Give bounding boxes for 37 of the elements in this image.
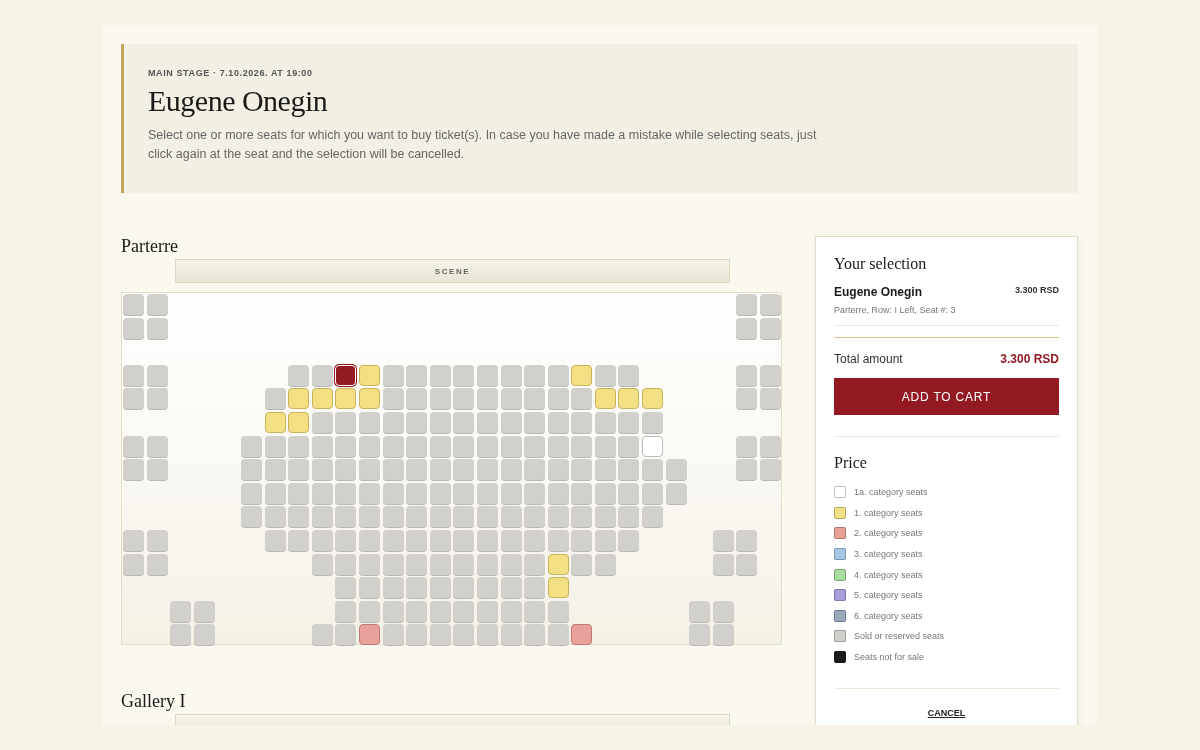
seat[interactable]: [288, 411, 310, 433]
legend-label: 1. category seats: [854, 507, 923, 518]
legend-label: 4. category seats: [854, 569, 923, 580]
seat[interactable]: [288, 388, 310, 410]
seat[interactable]: [642, 388, 664, 410]
scene-bar: SCENE: [175, 259, 730, 283]
seat[interactable]: [547, 553, 569, 575]
selected-seat[interactable]: [335, 364, 357, 386]
event-meta: MAIN STAGE · 7.10.2026. AT 19:00: [148, 68, 314, 78]
event-title: Eugene Onegin: [148, 84, 329, 118]
add-to-cart-button[interactable]: ADD TO CART: [834, 378, 1059, 415]
section-title: Gallery I: [121, 691, 187, 712]
total-label: Total amount: [834, 352, 903, 366]
price-heading: Price: [834, 454, 868, 472]
total-amount: 3.300 RSD: [1000, 352, 1059, 366]
section-title: Parterre: [121, 236, 179, 257]
legend-label: 2. category seats: [854, 528, 923, 539]
legend-label: 5. category seats: [854, 590, 923, 601]
selection-heading: Your selection: [834, 255, 928, 273]
legend-label: Seats not for sale: [854, 652, 925, 663]
legend-label: 6. category seats: [854, 610, 923, 621]
seat[interactable]: [618, 388, 640, 410]
cancel-link[interactable]: CANCEL: [927, 708, 966, 719]
seat[interactable]: [571, 624, 593, 646]
legend-label: 3. category seats: [854, 549, 923, 560]
legend-label: Sold or reserved seats: [854, 631, 945, 642]
legend-label: 1a. category seats: [854, 487, 928, 498]
item-price: 3.300 RSD: [1014, 285, 1059, 295]
seat[interactable]: [264, 411, 286, 433]
seat[interactable]: [594, 388, 616, 410]
item-title: Eugene Onegin: [834, 285, 922, 299]
seat[interactable]: [642, 435, 664, 457]
item-detail: Parterre, Row: I Left, Seat #: 3: [834, 305, 957, 315]
seat[interactable]: [547, 577, 569, 599]
seat[interactable]: [358, 624, 380, 646]
seat[interactable]: [571, 364, 593, 386]
instructions-text: Select one or more seats for which you want to buy ticket(s). In case you have made a mistake while selecting seats, just click again at the seat and the selection will be cancelled.: [148, 127, 818, 163]
